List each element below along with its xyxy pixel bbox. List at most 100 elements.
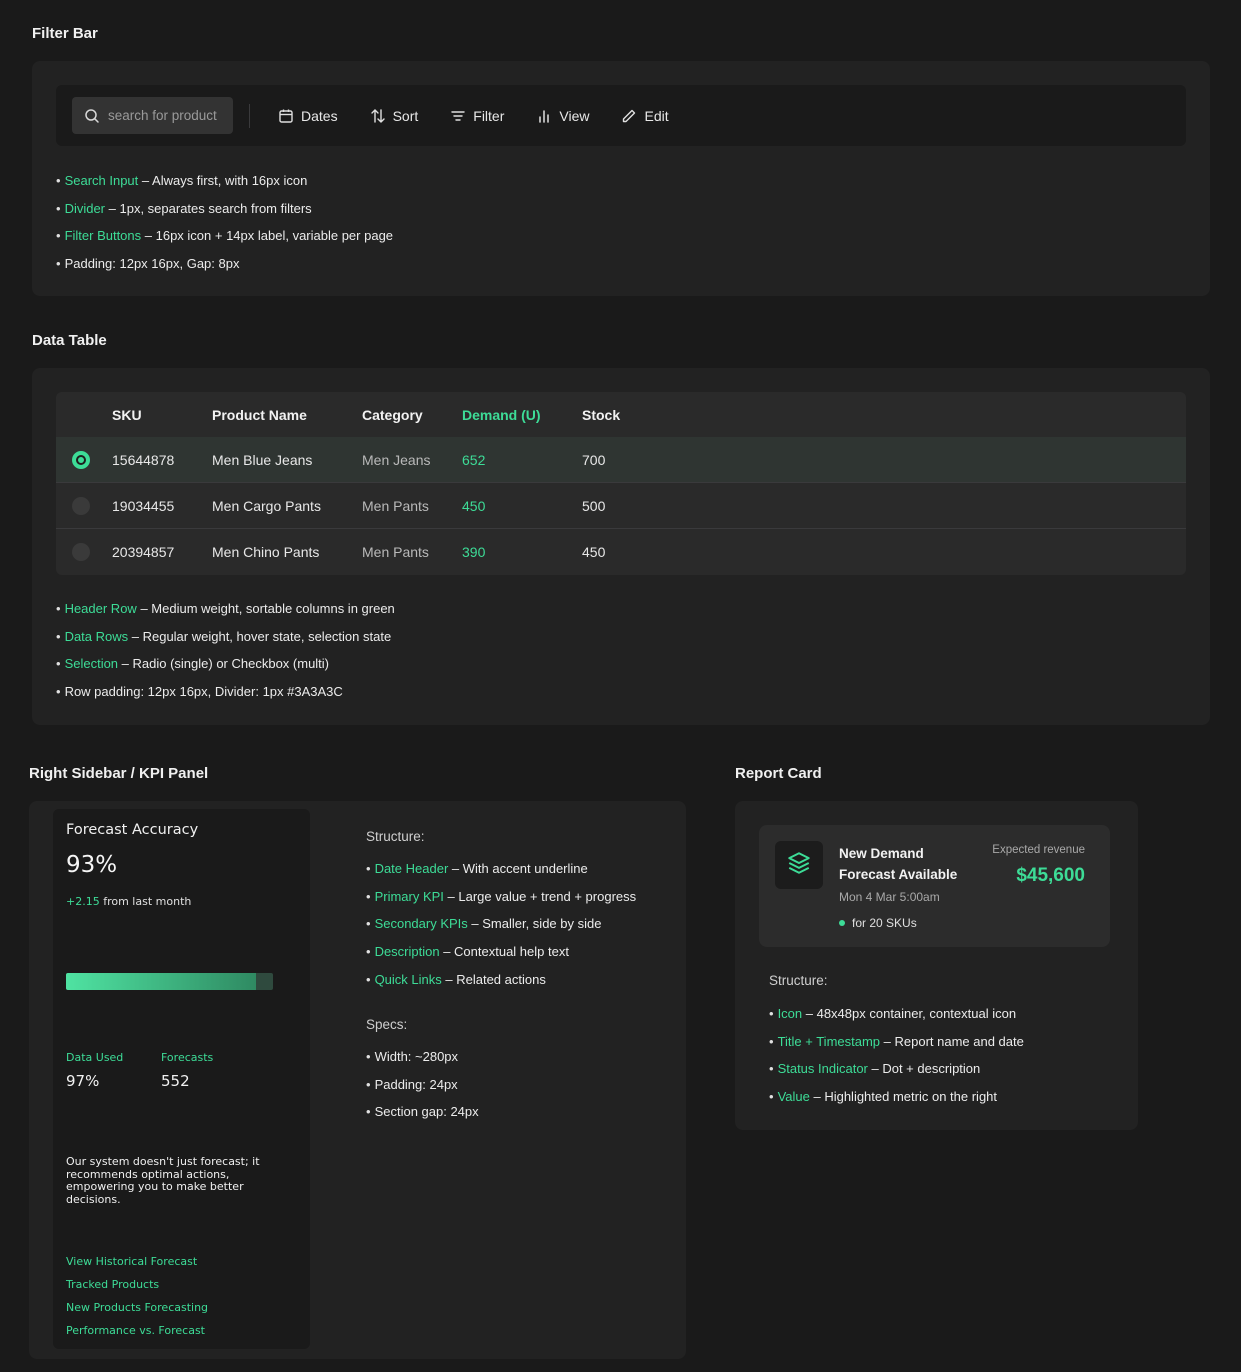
report-structure-notes: • Icon – 48x48px container, contextual ic… (769, 1005, 1024, 1116)
edit-label: Edit (644, 107, 669, 124)
table-row[interactable]: 15644878 Men Blue Jeans Men Jeans 652 70… (56, 437, 1186, 483)
cell-product-name: Men Blue Jeans (212, 451, 313, 468)
kpi-heading: Forecast Accuracy (66, 822, 199, 838)
report-card[interactable]: New Demand Forecast Available Mon 4 Mar … (759, 825, 1110, 947)
header-demand[interactable]: Demand (U) (462, 407, 541, 423)
row-radio-selected[interactable] (72, 450, 90, 469)
filter-label: Filter (473, 107, 505, 124)
cell-category: Men Jeans (362, 451, 431, 468)
kpi-specs-notes: • Width: ~280px • Padding: 24px • Section g… (366, 1048, 479, 1131)
cell-product-name: Men Cargo Pants (212, 497, 321, 514)
link-tracked-products[interactable]: Tracked Products (66, 1278, 159, 1291)
report-card-title: Report Card (735, 765, 822, 782)
secondary-value: 97% (66, 1072, 100, 1090)
filter-notes: • Search Input – Always first, with 16px … (56, 172, 393, 283)
report-icon-container (775, 841, 823, 889)
kpi-panel-title: Right Sidebar / KPI Panel (29, 765, 209, 782)
data-table-title: Data Table (32, 332, 107, 349)
report-timestamp: Mon 4 Mar 5:00am (839, 890, 940, 904)
pencil-icon (621, 108, 637, 124)
cell-sku: 20394857 (112, 544, 175, 560)
note-item: • Header Row – Medium weight, sortable co… (56, 601, 395, 616)
note-item: • Status Indicator – Dot + description (769, 1061, 981, 1077)
search-input[interactable]: search for product (72, 97, 233, 134)
note-item: • Row padding: 12px 16px, Divider: 1px #3… (56, 684, 343, 700)
cell-stock: 500 (582, 497, 606, 514)
link-new-products-forecasting[interactable]: New Products Forecasting (66, 1301, 208, 1314)
cell-sku: 15644878 (112, 451, 175, 468)
filter-bar: search for product Dates Sort Filter Vie… (56, 85, 1186, 146)
note-item: • Date Header – With accent underline (366, 861, 588, 876)
note-item: • Padding: 12px 16px, Gap: 8px (56, 256, 240, 272)
data-table-panel: SKU Product Name Category Demand (U) Sto… (32, 368, 1210, 725)
sort-button[interactable]: Sort (370, 107, 419, 124)
filter-bar-title: Filter Bar (32, 25, 98, 42)
note-item: • Width: ~280px (366, 1049, 459, 1064)
report-value: $45,600 (1016, 865, 1085, 886)
note-item: • Divider – 1px, separates search from fi… (56, 200, 312, 216)
kpi-progress-bar (66, 973, 273, 990)
filter-lines-icon (450, 108, 466, 124)
header-sku[interactable]: SKU (112, 407, 142, 423)
table-row[interactable]: 19034455 Men Cargo Pants Men Pants 450 5… (56, 483, 1186, 529)
kpi-structure-heading: Structure: (366, 829, 425, 844)
note-item: • Secondary KPIs – Smaller, side by side (366, 916, 602, 932)
note-item: • Title + Timestamp – Report name and dat… (769, 1033, 1024, 1049)
report-card-panel: New Demand Forecast Available Mon 4 Mar … (735, 801, 1138, 1130)
note-item: • Primary KPI – Large value + trend + pro… (366, 888, 637, 904)
cell-stock: 700 (582, 451, 606, 468)
calendar-icon (278, 108, 294, 124)
cell-demand: 390 (462, 544, 486, 560)
note-item: • Description – Contextual help text (366, 944, 569, 960)
sort-label: Sort (392, 107, 419, 124)
report-status: for 20 SKUs (839, 916, 917, 930)
link-performance-vs-forecast[interactable]: Performance vs. Forecast (66, 1324, 205, 1337)
table-row[interactable]: 20394857 Men Chino Pants Men Pants 390 4… (56, 529, 1186, 575)
cell-demand: 450 (462, 497, 486, 514)
layers-icon (786, 850, 812, 881)
data-table: SKU Product Name Category Demand (U) Sto… (56, 392, 1186, 575)
header-category[interactable]: Category (362, 407, 423, 423)
cell-stock: 450 (582, 544, 606, 560)
view-label: View (559, 107, 590, 124)
report-value-label: Expected revenue (992, 844, 1085, 856)
filter-bar-panel: search for product Dates Sort Filter Vie… (32, 61, 1210, 296)
note-item: • Icon – 48x48px container, contextual ic… (769, 1006, 1017, 1021)
link-view-historical-forecast[interactable]: View Historical Forecast (66, 1255, 197, 1268)
note-item: • Quick Links – Related actions (366, 971, 546, 987)
secondary-label: Data Used (66, 1051, 124, 1064)
report-structure-heading: Structure: (769, 973, 828, 988)
header-stock[interactable]: Stock (582, 407, 620, 423)
kpi-structure-notes: • Date Header – With accent underline • Pr… (366, 860, 636, 998)
note-item: • Data Rows – Regular weight, hover state… (56, 628, 392, 644)
sort-arrows-icon (370, 108, 386, 124)
note-item: • Selection – Radio (single) or Checkbox … (56, 656, 330, 672)
note-item: • Section gap: 24px (366, 1104, 479, 1120)
cell-demand: 652 (462, 451, 486, 468)
kpi-trend-text: from last month (99, 895, 192, 908)
edit-button[interactable]: Edit (621, 107, 669, 124)
row-radio[interactable] (72, 496, 90, 515)
cell-product-name: Men Chino Pants (212, 544, 320, 560)
note-item: • Padding: 24px (366, 1076, 458, 1092)
bar-chart-icon (536, 108, 552, 124)
kpi-secondary-forecasts: Forecasts 552 (161, 1051, 213, 1090)
secondary-value: 552 (161, 1072, 190, 1090)
kpi-primary-value: 93% (66, 852, 118, 878)
secondary-label: Forecasts (161, 1051, 214, 1064)
dates-button[interactable]: Dates (278, 108, 338, 124)
dates-label: Dates (301, 107, 338, 124)
table-header-row: SKU Product Name Category Demand (U) Sto… (56, 392, 1186, 437)
note-item: • Search Input – Always first, with 16px … (56, 173, 308, 188)
kpi-trend-value: +2.15 (66, 895, 100, 908)
view-button[interactable]: View (536, 108, 589, 124)
kpi-trend: +2.15 from last month (66, 895, 191, 908)
kpi-secondary-data-used: Data Used 97% (66, 1051, 123, 1090)
row-radio[interactable] (72, 543, 90, 561)
filter-button[interactable]: Filter (450, 108, 504, 124)
header-product-name[interactable]: Product Name (212, 407, 307, 423)
kpi-specs-heading: Specs: (366, 1017, 408, 1032)
report-title: New Demand Forecast Available (839, 846, 958, 882)
note-item: • Value – Highlighted metric on the right (769, 1089, 998, 1105)
kpi-description: Our system doesn't just forecast; it rec… (66, 1155, 260, 1206)
